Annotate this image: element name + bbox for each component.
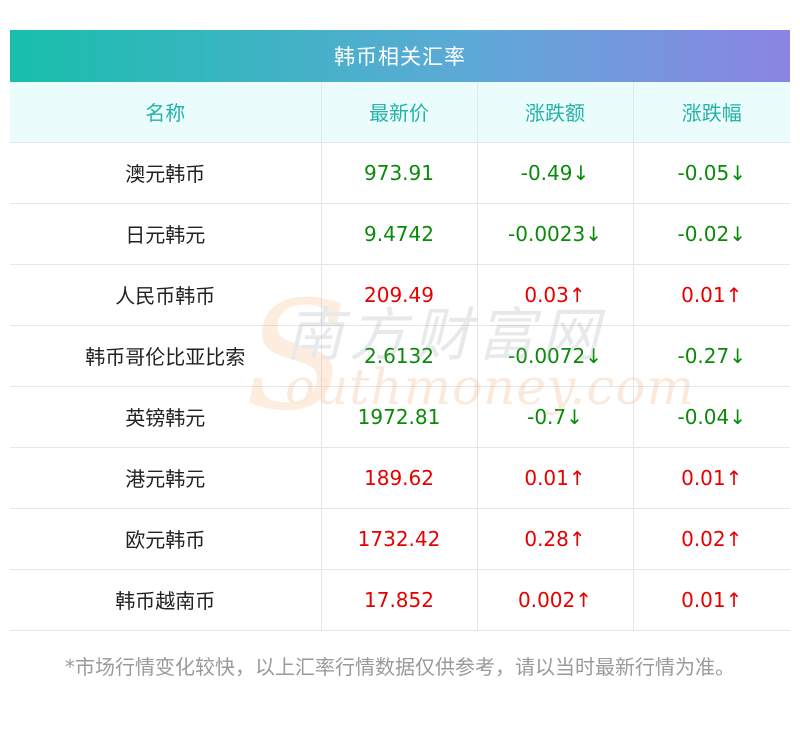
row-percent: -0.05↓ <box>632 141 790 203</box>
row-change: 0.01↑ <box>476 446 634 508</box>
table-row: 人民币韩币 209.49 0.03↑ 0.01↑ <box>10 263 790 325</box>
row-name: 澳元韩币 <box>10 141 322 203</box>
row-name: 韩币越南币 <box>10 568 322 631</box>
table-row: 英镑韩元 1972.81 -0.7↓ -0.04↓ <box>10 385 790 447</box>
row-price: 9.4742 <box>320 202 478 264</box>
row-name: 韩币哥伦比亚比索 <box>10 324 322 386</box>
table-row: 澳元韩币 973.91 -0.49↓ -0.05↓ <box>10 141 790 203</box>
row-price: 209.49 <box>320 263 478 325</box>
table-header-row: 名称 最新价 涨跌额 涨跌幅 <box>10 82 790 142</box>
row-change: -0.0072↓ <box>476 324 634 386</box>
header-name: 名称 <box>10 82 322 142</box>
row-price: 1972.81 <box>320 385 478 447</box>
header-change: 涨跌额 <box>476 82 634 142</box>
table-row: 日元韩元 9.4742 -0.0023↓ -0.02↓ <box>10 202 790 264</box>
table-row: 韩币哥伦比亚比索 2.6132 -0.0072↓ -0.27↓ <box>10 324 790 386</box>
row-name: 人民币韩币 <box>10 263 322 325</box>
row-price: 1732.42 <box>320 507 478 569</box>
row-percent: 0.01↑ <box>632 446 790 508</box>
row-price: 17.852 <box>320 568 478 631</box>
header-percent: 涨跌幅 <box>632 82 790 142</box>
row-name: 欧元韩币 <box>10 507 322 569</box>
row-percent: 0.01↑ <box>632 263 790 325</box>
row-percent: -0.02↓ <box>632 202 790 264</box>
header-price: 最新价 <box>320 82 478 142</box>
table-title: 韩币相关汇率 <box>10 30 790 82</box>
row-percent: 0.02↑ <box>632 507 790 569</box>
row-change: 0.03↑ <box>476 263 634 325</box>
table-row: 欧元韩币 1732.42 0.28↑ 0.02↑ <box>10 507 790 569</box>
disclaimer-note: *市场行情变化较快，以上汇率行情数据仅供参考，请以当时最新行情为准。 <box>65 655 735 679</box>
row-price: 973.91 <box>320 141 478 203</box>
row-change: 0.002↑ <box>476 568 634 631</box>
row-percent: -0.04↓ <box>632 385 790 447</box>
row-name: 英镑韩元 <box>10 385 322 447</box>
row-change: -0.49↓ <box>476 141 634 203</box>
exchange-rate-table: 名称 最新价 涨跌额 涨跌幅 澳元韩币 973.91 -0.49↓ -0.05↓ 日元韩… <box>10 82 790 631</box>
row-change: -0.0023↓ <box>476 202 634 264</box>
row-name: 港元韩元 <box>10 446 322 508</box>
row-change: 0.28↑ <box>476 507 634 569</box>
rate-table-container: 韩币相关汇率 名称 最新价 涨跌额 涨跌幅 澳元韩币 973.91 -0.49↓ -0… <box>10 30 790 631</box>
table-row: 韩币越南币 17.852 0.002↑ 0.01↑ <box>10 568 790 631</box>
row-price: 2.6132 <box>320 324 478 386</box>
row-percent: -0.27↓ <box>632 324 790 386</box>
row-percent: 0.01↑ <box>632 568 790 631</box>
row-price: 189.62 <box>320 446 478 508</box>
row-name: 日元韩元 <box>10 202 322 264</box>
row-change: -0.7↓ <box>476 385 634 447</box>
table-row: 港元韩元 189.62 0.01↑ 0.01↑ <box>10 446 790 508</box>
